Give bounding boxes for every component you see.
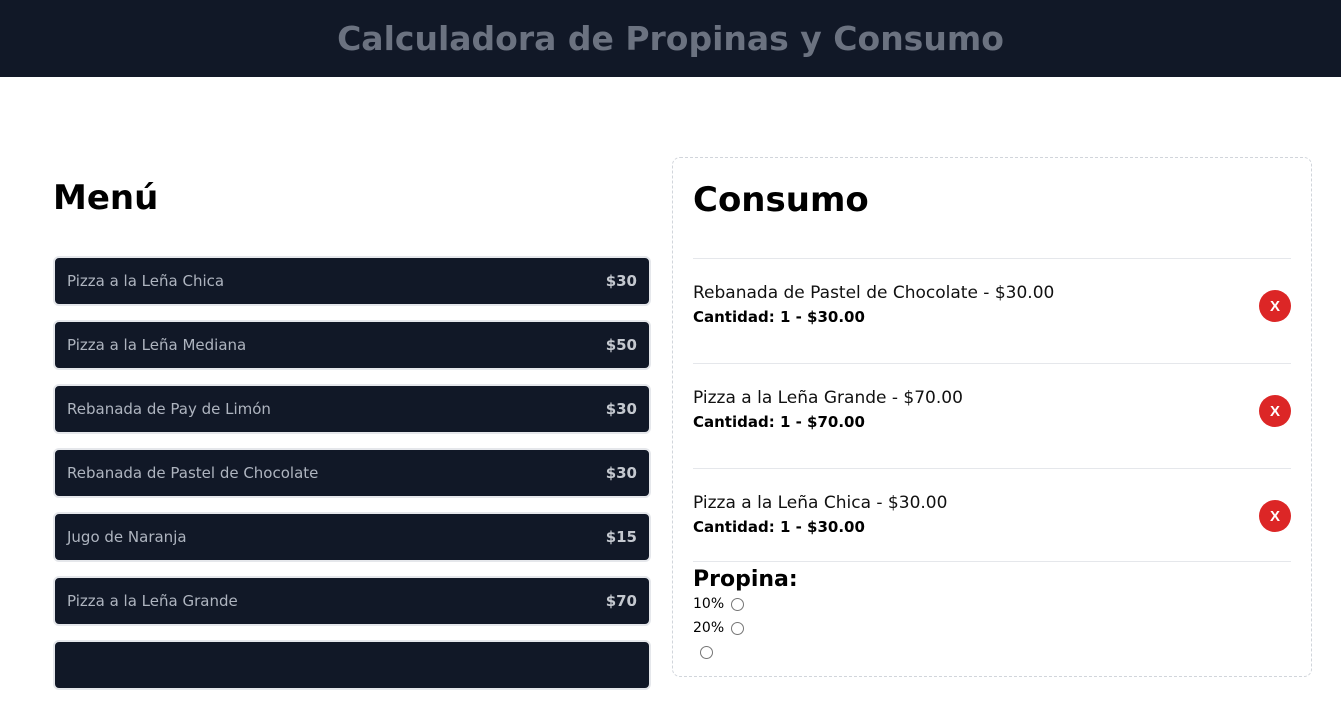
menu-item-price: $30 xyxy=(605,272,637,290)
tip-option-20[interactable]: 20% xyxy=(693,616,1291,640)
menu-item-name: Pizza a la Leña Grande xyxy=(67,592,238,610)
menu-item[interactable]: Pizza a la Leña Grande $70 xyxy=(53,576,651,626)
order-title: Rebanada de Pastel de Chocolate - $30.00 xyxy=(693,283,1055,303)
tip-option-10[interactable]: 10% xyxy=(693,592,1291,616)
menu-item[interactable]: Jugo de Naranja $15 xyxy=(53,512,651,562)
order-list: Rebanada de Pastel de Chocolate - $30.00… xyxy=(693,258,1291,562)
menu-heading: Menú xyxy=(53,178,159,218)
menu-item-name: Jugo de Naranja xyxy=(67,528,187,546)
menu-item-price: $15 xyxy=(605,528,637,546)
menu-item[interactable]: Rebanada de Pay de Limón $30 xyxy=(53,384,651,434)
order-item: Pizza a la Leña Chica - $30.00 Cantidad:… xyxy=(693,469,1291,562)
menu-item[interactable]: Pizza a la Leña Mediana $50 xyxy=(53,320,651,370)
tip-radio-50[interactable] xyxy=(700,645,713,659)
tip-option-label: 10% xyxy=(693,596,725,612)
menu-item-price: $30 xyxy=(605,464,637,482)
tip-section: Propina: 10% 20% xyxy=(693,567,1291,664)
tip-radio-20[interactable] xyxy=(731,621,745,635)
menu-item-name: Pizza a la Leña Chica xyxy=(67,272,225,290)
order-title: Pizza a la Leña Grande - $70.00 xyxy=(693,388,963,408)
menu-item-price: $30 xyxy=(605,400,637,418)
menu-item-price: $70 xyxy=(605,592,637,610)
consumo-heading: Consumo xyxy=(693,180,869,220)
order-quantity: Cantidad: 1 - $70.00 xyxy=(693,413,865,431)
page-title: Calculadora de Propinas y Consumo xyxy=(337,19,1004,58)
remove-item-button[interactable]: X xyxy=(1259,500,1291,532)
menu-item-name: Rebanada de Pay de Limón xyxy=(67,400,271,418)
menu-item-name: Pizza a la Leña Mediana xyxy=(67,336,247,354)
menu-item-price: $50 xyxy=(605,336,637,354)
order-title: Pizza a la Leña Chica - $30.00 xyxy=(693,493,948,513)
menu-section: Menú Pizza a la Leña Chica $30 Pizza a l… xyxy=(53,178,651,704)
menu-item-name: Rebanada de Pastel de Chocolate xyxy=(67,464,319,482)
consumo-panel: Consumo Rebanada de Pastel de Chocolate … xyxy=(672,157,1312,677)
menu-item[interactable]: Rebanada de Pastel de Chocolate $30 xyxy=(53,448,651,498)
order-item: Pizza a la Leña Grande - $70.00 Cantidad… xyxy=(693,364,1291,469)
menu-item[interactable]: Pizza a la Leña Chica $30 xyxy=(53,256,651,306)
tip-option-50[interactable] xyxy=(693,640,1291,664)
remove-item-button[interactable]: X xyxy=(1259,290,1291,322)
tip-heading: Propina: xyxy=(693,567,798,592)
order-quantity: Cantidad: 1 - $30.00 xyxy=(693,308,865,326)
order-item: Rebanada de Pastel de Chocolate - $30.00… xyxy=(693,259,1291,364)
remove-item-button[interactable]: X xyxy=(1259,395,1291,427)
order-quantity: Cantidad: 1 - $30.00 xyxy=(693,518,865,536)
tip-radio-10[interactable] xyxy=(731,597,745,611)
tip-option-label: 20% xyxy=(693,620,725,636)
app-header: Calculadora de Propinas y Consumo xyxy=(0,0,1341,77)
